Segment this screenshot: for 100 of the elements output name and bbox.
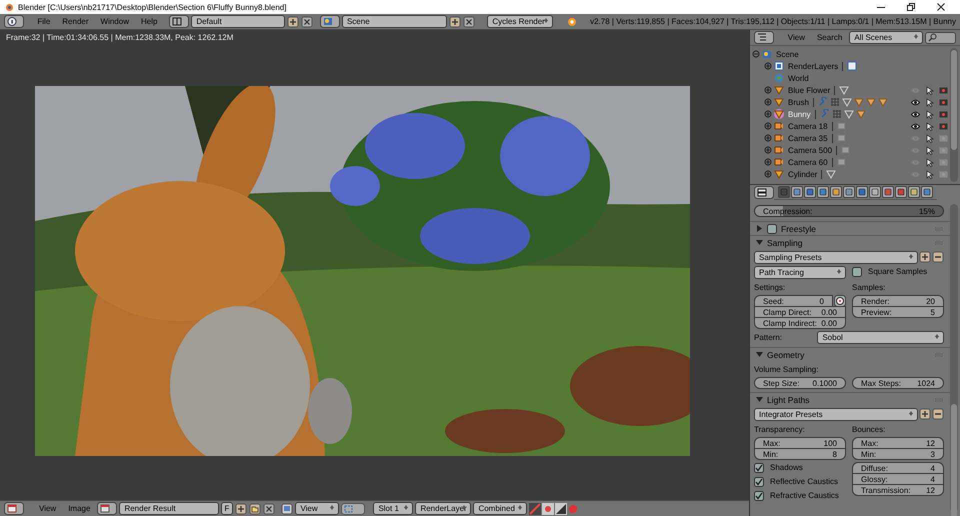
checkbox[interactable]	[754, 476, 764, 486]
pass-dropdown[interactable]: Combined	[473, 502, 528, 515]
folder-icon[interactable]	[249, 502, 262, 514]
number-field[interactable]: Transmission: 12	[852, 484, 944, 496]
number-field[interactable]: Glossy: 4	[852, 473, 944, 485]
item-name[interactable]: Bunny	[788, 110, 811, 118]
eye-icon[interactable]	[911, 98, 920, 106]
remove-preset-icon[interactable]	[932, 408, 944, 420]
view-dropdown[interactable]: View	[295, 502, 340, 515]
layout-icon[interactable]	[169, 15, 190, 28]
menu-item[interactable]: View	[34, 504, 62, 513]
number-field[interactable]: Clamp Direct: 0.00	[754, 306, 846, 318]
info-icon[interactable]	[4, 15, 24, 28]
remove-preset-icon[interactable]	[932, 251, 944, 263]
number-field[interactable]: Min: 8	[754, 448, 846, 460]
layers-tab[interactable]	[791, 186, 803, 198]
fake-user-button[interactable]: F	[221, 502, 234, 515]
number-field[interactable]: Seed: 0	[754, 295, 833, 307]
expand-icon[interactable]	[764, 146, 772, 154]
camera-icon[interactable]	[939, 122, 948, 130]
dice-icon[interactable]	[834, 295, 846, 307]
image-icon[interactable]	[281, 502, 294, 514]
item-name[interactable]: Camera 35	[788, 134, 828, 142]
panel-header[interactable]: Light Paths	[750, 392, 950, 406]
item-name[interactable]: RenderLayers	[788, 62, 838, 70]
camera-icon[interactable]	[939, 110, 948, 118]
scene-tab[interactable]	[804, 186, 816, 198]
add-preset-icon[interactable]	[919, 251, 931, 263]
panel-header[interactable]: Geometry	[750, 347, 950, 361]
dropdown[interactable]: Path Tracing	[754, 266, 846, 279]
remove-icon[interactable]	[263, 502, 276, 514]
checkbox[interactable]	[754, 490, 764, 500]
number-field[interactable]: Max: 12	[852, 437, 944, 449]
checkbox[interactable]	[852, 266, 862, 276]
camera-icon[interactable]	[939, 98, 948, 106]
constraints-tab[interactable]	[843, 186, 855, 198]
properties-icon[interactable]	[754, 186, 774, 199]
mesh-icon[interactable]	[842, 97, 852, 107]
object-tab[interactable]	[830, 186, 842, 198]
eye-icon[interactable]	[911, 110, 920, 118]
menu-item[interactable]: File	[32, 17, 56, 26]
menu-item[interactable]: Search	[812, 33, 848, 42]
expand-icon[interactable]	[764, 62, 772, 70]
item-name[interactable]: Brush	[788, 98, 809, 106]
filter-dropdown[interactable]: All Scenes	[849, 31, 923, 44]
slot-dropdown[interactable]: Slot 1	[373, 502, 414, 515]
layout-field[interactable]: Default	[191, 15, 286, 28]
expand-icon[interactable]	[764, 170, 772, 178]
world-tab[interactable]	[817, 186, 829, 198]
preset-dropdown[interactable]: Sampling Presets	[754, 251, 918, 264]
add-icon[interactable]	[235, 502, 248, 514]
panel-header[interactable]: Sampling	[750, 235, 950, 249]
expand-icon[interactable]	[764, 98, 772, 106]
expand-icon[interactable]	[764, 158, 772, 166]
number-field[interactable]: Render: 20	[852, 295, 944, 307]
preset-dropdown[interactable]: Integrator Presets	[754, 408, 918, 421]
restore-icon[interactable]	[906, 2, 916, 12]
item-name[interactable]: Blue Flower	[788, 86, 830, 94]
expand-icon[interactable]	[764, 110, 772, 118]
particles-tab[interactable]	[908, 186, 920, 198]
remove-icon[interactable]	[301, 16, 314, 28]
expand-icon[interactable]	[764, 86, 772, 94]
add-preset-icon[interactable]	[919, 408, 931, 420]
camera-icon[interactable]	[939, 86, 948, 94]
expand-icon[interactable]	[764, 134, 772, 142]
number-field[interactable]: Max Steps: 1024	[852, 377, 944, 389]
item-name[interactable]: World	[788, 74, 809, 82]
item-name[interactable]: Camera 18	[788, 122, 828, 130]
texture-tab[interactable]	[895, 186, 907, 198]
mesh-icon[interactable]	[826, 169, 836, 179]
item-name[interactable]: Camera 60	[788, 158, 828, 166]
render-engine-dropdown[interactable]: Cycles Render	[487, 15, 554, 28]
menu-item[interactable]: Help	[136, 17, 162, 26]
image-field[interactable]: Render Result	[119, 502, 220, 515]
image-editor-icon[interactable]	[4, 502, 24, 515]
material-tab[interactable]	[882, 186, 894, 198]
number-field[interactable]: Max: 100	[754, 437, 846, 449]
close-icon[interactable]	[936, 2, 946, 12]
number-field[interactable]: Step Size: 0.1000	[754, 377, 846, 389]
expand-icon[interactable]	[764, 122, 772, 130]
add-icon[interactable]	[448, 16, 461, 28]
number-field[interactable]: Clamp Indirect: 0.00	[754, 317, 846, 329]
dropdown[interactable]: Sobol	[817, 331, 944, 344]
remove-icon[interactable]	[462, 16, 475, 28]
snap-icon[interactable]	[341, 502, 366, 514]
scrollbar[interactable]	[950, 48, 958, 182]
image-icon[interactable]	[97, 502, 118, 515]
item-name[interactable]: Camera 500	[788, 146, 832, 154]
number-field[interactable]: Preview: 5	[852, 306, 944, 318]
expand-icon[interactable]	[752, 50, 760, 58]
outliner-icon[interactable]	[754, 31, 774, 44]
data-tab[interactable]	[869, 186, 881, 198]
checkbox[interactable]	[754, 462, 764, 472]
eye-icon[interactable]	[911, 122, 920, 130]
menu-item[interactable]: Image	[63, 504, 96, 513]
physics-tab[interactable]	[921, 186, 933, 198]
checkbox[interactable]	[767, 224, 777, 234]
render-layer-dropdown[interactable]: RenderLayer	[415, 502, 472, 515]
item-name[interactable]: Scene	[776, 50, 799, 58]
menu-item[interactable]: Render	[57, 17, 94, 26]
